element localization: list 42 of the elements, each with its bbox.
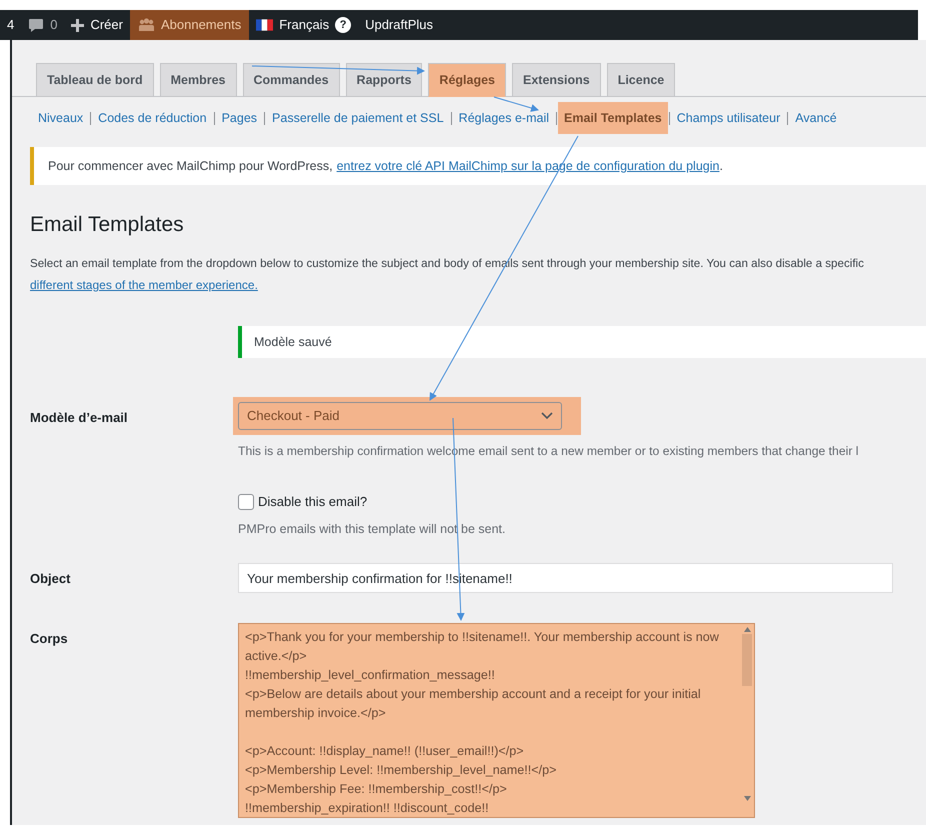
checkbox-label: Disable this email? <box>258 493 368 512</box>
page-title: Email Templates <box>30 212 185 238</box>
people-icon <box>138 18 155 32</box>
disable-checkbox[interactable] <box>238 494 254 510</box>
comment-icon <box>28 18 44 32</box>
description-link[interactable]: different stages of the member experience. <box>30 276 258 294</box>
subnav-link[interactable]: Passerelle de paiement et SSL <box>266 102 450 134</box>
scroll-down-icon[interactable] <box>744 796 750 802</box>
tab[interactable]: Rapports <box>346 63 422 97</box>
subnav-link[interactable]: Réglages e-mail <box>452 102 555 134</box>
field-label: Modèle d’e-mail <box>30 408 129 427</box>
notice-text: . <box>719 158 723 175</box>
tab[interactable]: Licence <box>606 63 676 97</box>
tab[interactable]: Commandes <box>242 63 340 97</box>
tab[interactable]: Réglages <box>428 63 506 97</box>
template-select[interactable]: Checkout - Paid <box>238 402 562 430</box>
toolbar-item[interactable]: 4 <box>0 15 22 35</box>
body-textarea[interactable]: <p>Thank you for your membership to !!sitename!!. Your membership account is now active.</p> !!membership_level_confirmation_message!! <p>Below are details about your membership account and a receipt for your initial membership invoice.</p> <p>Account: !!display_name!! (!!user_email!!)</p> <p>Membership Level: !!membership_level_name!!</p> <p>Membership Fee: !!membership_cost!!</p> !!membership_expiration!! !!discount_code!! <box>238 623 755 818</box>
toolbar-item[interactable]: UpdraftPlus <box>358 15 440 35</box>
subnav-link[interactable]: Niveaux <box>32 102 90 134</box>
tab[interactable]: Extensions <box>512 63 601 97</box>
flag-icon <box>256 19 274 31</box>
subnav-link[interactable]: Pages <box>216 102 264 134</box>
toolbar-item[interactable]: Français ? <box>249 10 358 40</box>
plus-icon <box>71 18 84 32</box>
saved-notice: Modèle sauvé <box>238 326 926 358</box>
subnav-link[interactable]: Avancé <box>789 102 843 134</box>
field-label: Corps <box>30 630 69 648</box>
subnav-link[interactable]: Email Templates <box>558 102 668 134</box>
tab[interactable]: Membres <box>160 63 237 97</box>
field-label: Object <box>30 570 72 588</box>
subnav-link[interactable]: Codes de réduction <box>92 102 213 134</box>
notice-text: Pour commencer avec MailChimp pour WordPress, <box>48 158 333 175</box>
arrow <box>494 96 539 112</box>
scroll-thumb[interactable] <box>742 634 752 686</box>
help-icon[interactable]: ? <box>335 17 352 33</box>
toolbar-item[interactable]: Abonnements <box>130 10 250 40</box>
toolbar-item[interactable]: 0 <box>21 10 64 40</box>
tab[interactable]: Tableau de bord <box>36 63 154 97</box>
chevron-icon <box>541 412 553 420</box>
subnav-link[interactable]: Champs utilisateur <box>670 102 786 134</box>
toolbar-item[interactable]: Créer <box>64 10 130 40</box>
